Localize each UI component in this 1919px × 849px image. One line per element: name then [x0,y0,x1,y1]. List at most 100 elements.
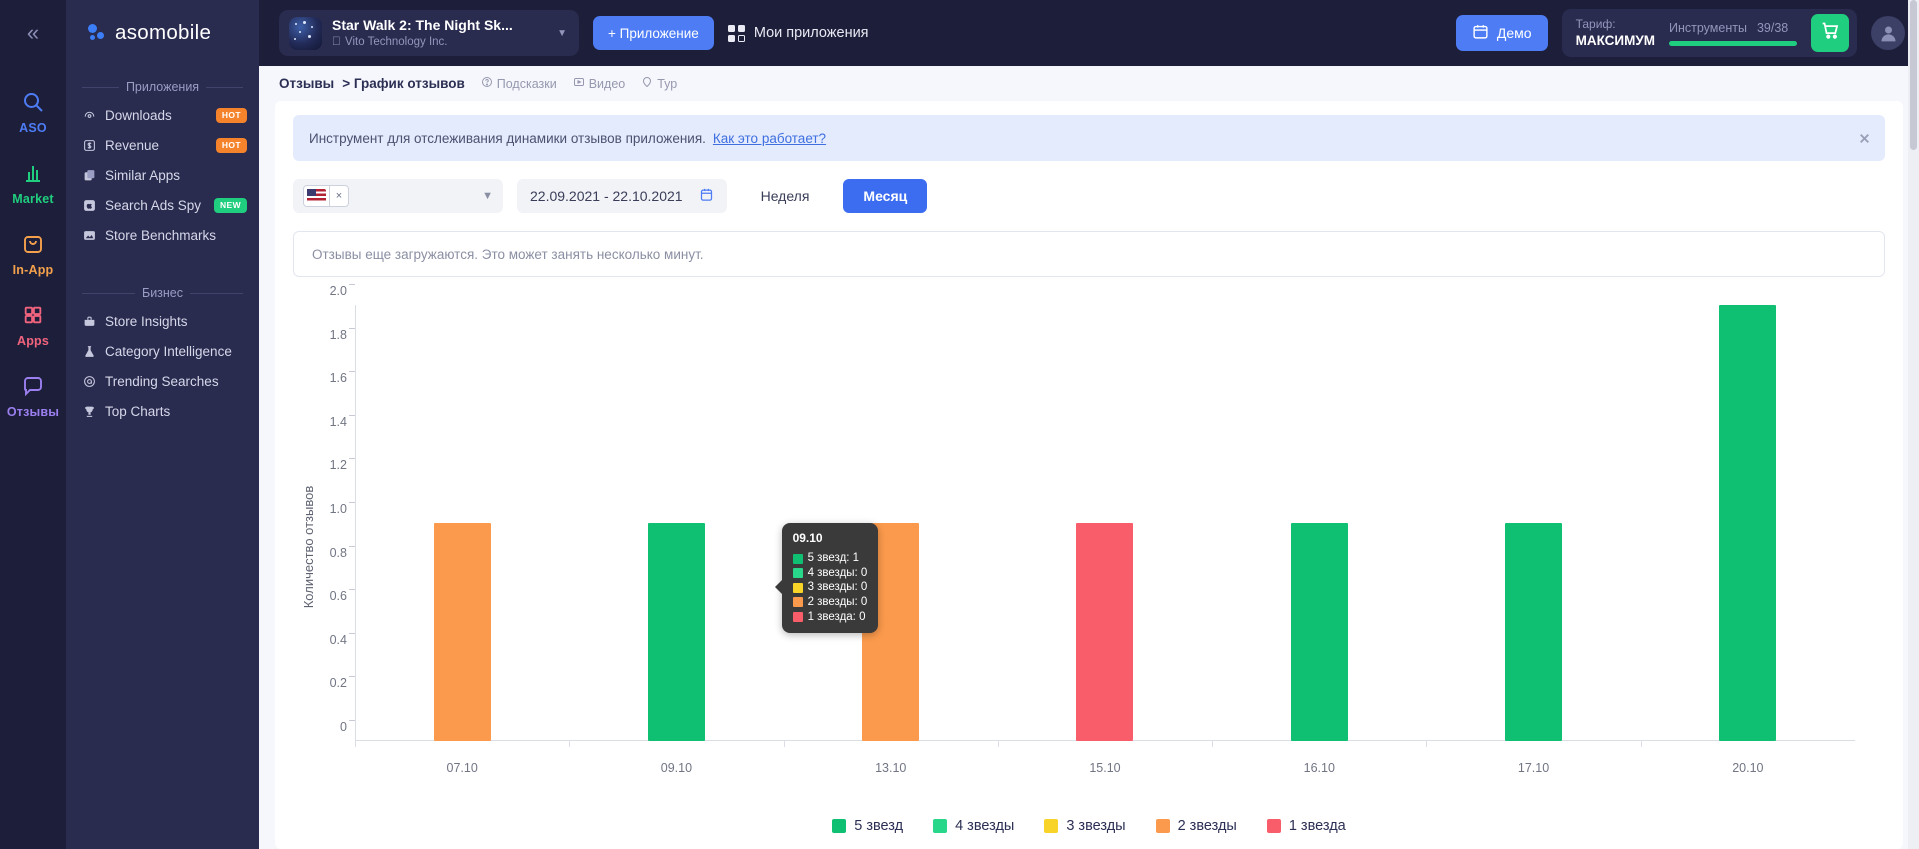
scrollbar-thumb[interactable] [1910,0,1917,150]
tour-icon [641,76,653,91]
sidebar-item-revenue[interactable]: Revenue HOT [66,130,259,160]
page-scrollbar[interactable] [1908,0,1919,849]
y-tick-label: 1.6 [330,371,355,385]
date-range-picker[interactable]: 22.09.2021 - 22.10.2021 [517,179,727,213]
legend-label: 5 звезд [854,818,904,834]
calendar-icon [699,187,714,205]
y-tick-label: 0 [340,720,355,734]
tooltip-label: 2 звезды: 0 [807,596,868,609]
x-tick-label: 13.10 [875,761,907,775]
legend-color-swatch [832,819,847,833]
country-chip[interactable]: × [303,185,349,207]
info-banner-text: Инструмент для отслеживания динамики отз… [309,130,706,146]
my-apps-label: Мои приложения [753,25,869,41]
rail-item-reviews[interactable]: Отзывы [0,372,66,419]
chart-bar[interactable] [647,523,705,741]
x-tick-label: 17.10 [1517,761,1550,775]
rail-item-apps[interactable]: Apps [0,301,66,348]
sidebar-collapse-button[interactable]: « [0,0,66,66]
bag-icon [21,230,45,258]
legend-item[interactable]: 2 звезды [1155,818,1237,834]
legend-item[interactable]: 3 звезды [1044,818,1126,834]
hints-link[interactable]: Подсказки [481,76,557,91]
sidebar-item-store-insights[interactable]: Store Insights [66,306,259,336]
rail-item-aso[interactable]: ASO [0,88,66,135]
top-bar-right: Демо Тариф: МАКСИМУМ Инструменты 39/38 [1455,9,1905,57]
bar-slot[interactable] [569,305,783,747]
chart-bar[interactable] [1076,523,1134,741]
x-tick-mark [783,741,785,747]
x-tick-mark [355,741,356,747]
cart-button[interactable] [1811,14,1849,52]
x-tick-mark [569,741,571,747]
y-tick-label: 0.8 [330,545,355,560]
trophy-icon [82,405,97,418]
y-tick-label: 1.8 [330,327,355,342]
chart-bar[interactable] [1290,523,1348,741]
demo-button[interactable]: Демо [1455,15,1548,51]
bar-slot[interactable] [355,305,569,747]
apple-icon [82,199,97,212]
tools-count: 39/38 [1756,20,1789,35]
legend-item[interactable]: 5 звезд [832,818,903,834]
bar-slot[interactable] [1640,305,1855,747]
play-icon [573,76,585,91]
app-developer: Vito Technology Inc. [336,35,448,48]
legend-color-swatch [1155,819,1170,833]
chart-bar[interactable] [1719,305,1777,741]
country-clear-button[interactable]: × [329,186,348,206]
sidebar-item-top-charts[interactable]: Top Charts [66,396,259,426]
tools-label: Инструменты [1669,20,1747,35]
cart-icon [1820,20,1841,46]
legend-item[interactable]: 4 звезды [933,818,1014,834]
divider-left [82,86,119,88]
tools-row: Инструменты 39/38 [1669,21,1797,35]
bar-slot[interactable] [1426,305,1640,747]
app-selector[interactable]: Star Walk 2: The Night Sk...  Vito Tech… [279,10,579,56]
badge-hot: HOT [215,137,247,153]
week-button[interactable]: Неделя [741,179,830,213]
tour-link[interactable]: Тур [641,76,677,91]
rail-label-market: Market [12,192,54,206]
target-icon [82,375,97,388]
sidebar-item-trending-searches[interactable]: Trending Searches [66,366,259,396]
controls-row: × ▼ 22.09.2021 - 22.10.2021 Неделя Месяц [293,179,1885,213]
how-it-works-link[interactable]: Как это работает? [713,131,826,146]
rail-item-market[interactable]: Market [0,159,66,206]
chart-plot: 0 0.2 0.4 0.6 0.8 1.0 1.2 1.4 1.6 1.8 2.0 07.10 09.… [330,284,1855,775]
my-apps-button[interactable]: Мои приложения [727,24,869,42]
bar-slot[interactable] [1212,305,1426,747]
video-link[interactable]: Видео [573,76,625,91]
plan-value: МАКСИМУМ [1575,32,1655,48]
hints-label: Подсказки [496,76,557,91]
month-button[interactable]: Месяц [843,179,928,213]
close-icon[interactable] [1858,132,1871,145]
add-app-button[interactable]: + Приложение [593,16,714,50]
calendar-icon [1472,23,1489,43]
tooltip-date: 09.10 [792,531,823,545]
legend-color-swatch [1266,819,1281,833]
tooltip-row: 1 звезда: 0 [792,610,868,625]
sidebar-item-search-ads-spy[interactable]: Search Ads Spy NEW [66,190,259,220]
avatar[interactable] [1871,16,1905,50]
brand-logo[interactable]: asomobile [66,0,259,66]
chart-tooltip: 09.10 5 звезд: 14 звезды: 0 3 звезды: 0 2 з… [774,523,879,634]
breadcrumb-root[interactable]: Отзывы [279,76,334,91]
country-select[interactable]: × ▼ [293,179,503,213]
y-tick-label: 0.2 [330,676,355,690]
legend-item[interactable]: 1 звезда [1266,818,1346,834]
app-developer-row:  Vito Technology Inc. [332,34,513,49]
sidebar-item-downloads[interactable]: Downloads HOT [66,100,259,130]
sidebar-item-category-intelligence[interactable]: Category Intelligence [66,336,259,366]
chart-bar[interactable] [1505,523,1563,741]
x-tick-mark [997,741,999,747]
sidebar-item-store-benchmarks[interactable]: Store Benchmarks [66,220,259,250]
legend-color-swatch [933,819,948,833]
y-tick-mark [349,284,355,285]
sidebar-item-similar-apps[interactable]: Similar Apps [66,160,259,190]
chart-bar[interactable] [433,523,491,741]
bar-slot[interactable] [997,305,1212,747]
rail-item-inapp[interactable]: In-App [0,230,66,277]
plan-text-block: Тариф: МАКСИМУМ [1576,16,1655,50]
y-tick-label: 0.4 [330,632,355,647]
